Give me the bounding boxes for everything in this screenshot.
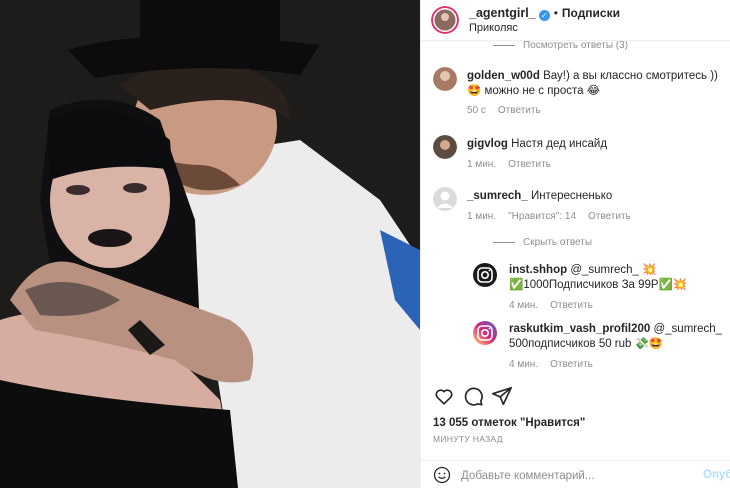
reply-button[interactable]: Ответить xyxy=(508,159,551,170)
comment-icon[interactable] xyxy=(462,385,484,407)
comment-username[interactable]: _sumrech_ xyxy=(467,190,528,202)
post-location[interactable]: Приколяс xyxy=(469,21,620,36)
post-panel: _agentgirl_ ✓ • Подписки Приколяс Посмотрет… xyxy=(420,0,730,488)
comment-text: inst.shhop @_sumrech_ 💥✅1000Подписчиков … xyxy=(509,263,730,293)
comment-meta: 4 мин. Ответить xyxy=(509,359,605,370)
post-header: _agentgirl_ ✓ • Подписки Приколяс xyxy=(421,0,730,40)
comment-likes[interactable]: "Нравится": 14 xyxy=(508,211,576,222)
reply-button[interactable]: Ответить xyxy=(550,359,593,370)
comment-meta: 1 мин. "Нравится": 14 Ответить xyxy=(467,211,643,222)
reply-button[interactable]: Ответить xyxy=(588,211,631,222)
comment-username[interactable]: inst.shhop xyxy=(509,264,567,276)
comment-body: Интересненько xyxy=(530,190,613,202)
comment-meta: 1 мин. Ответить xyxy=(467,159,563,170)
comments-list[interactable]: Посмотреть ответы (3) golden_w00d Вау!) … xyxy=(421,40,730,380)
comment-time: 1 мин. xyxy=(467,211,497,222)
reply-button[interactable]: Ответить xyxy=(498,105,541,116)
couple-photo xyxy=(0,0,420,488)
instagram-post: _agentgirl_ ✓ • Подписки Приколяс Посмотрет… xyxy=(0,0,730,488)
post-timestamp: МИНУТУ НАЗАД xyxy=(433,434,503,444)
comment-text: raskutkim_vash_profil200 @_sumrech_ 500п… xyxy=(509,322,730,352)
avatar[interactable] xyxy=(433,67,457,91)
verified-badge-icon: ✓ xyxy=(538,9,550,21)
author-username[interactable]: _agentgirl_ xyxy=(469,6,536,20)
comment-input[interactable] xyxy=(461,467,691,485)
comment-text: golden_w00d Вау!) а вы классно смотритес… xyxy=(467,69,730,99)
reply-button[interactable]: Ответить xyxy=(550,300,593,311)
post-actions xyxy=(421,380,730,410)
view-replies-button[interactable]: Посмотреть ответы (3) xyxy=(493,41,628,51)
comment-username[interactable]: gigvlog xyxy=(467,138,508,150)
comment-text: _sumrech_ Интересненько xyxy=(467,189,612,204)
comment-time: 4 мин. xyxy=(509,300,539,311)
avatar[interactable] xyxy=(473,263,497,287)
avatar[interactable] xyxy=(433,135,457,159)
comment-meta: 4 мин. Ответить xyxy=(509,300,605,311)
likes-count[interactable]: 13 055 отметок "Нравится" xyxy=(433,417,585,429)
comment-username[interactable]: golden_w00d xyxy=(467,70,540,82)
add-comment-bar: Опубликовать xyxy=(421,460,730,488)
author-avatar[interactable] xyxy=(431,6,459,34)
heart-icon[interactable] xyxy=(433,385,455,407)
post-photo[interactable] xyxy=(0,0,420,488)
emoji-icon[interactable] xyxy=(433,466,451,484)
avatar[interactable] xyxy=(433,187,457,211)
comment-meta: 50 с Ответить xyxy=(467,105,553,116)
comment-username[interactable]: raskutkim_vash_profil200 xyxy=(509,323,650,335)
comment-text: gigvlog Настя дед инсайд xyxy=(467,137,607,152)
hide-replies-button[interactable]: Скрыть ответы xyxy=(493,237,592,248)
share-icon[interactable] xyxy=(491,385,513,407)
comment-body: Настя дед инсайд xyxy=(511,138,608,150)
separator-dot: • xyxy=(553,5,558,20)
avatar[interactable] xyxy=(473,321,497,345)
publish-button[interactable]: Опубликовать xyxy=(703,469,730,481)
comment-time: 4 мин. xyxy=(509,359,539,370)
comment-time: 1 мин. xyxy=(467,159,497,170)
follow-button[interactable]: Подписки xyxy=(562,6,620,20)
comment-time: 50 с xyxy=(467,105,486,116)
